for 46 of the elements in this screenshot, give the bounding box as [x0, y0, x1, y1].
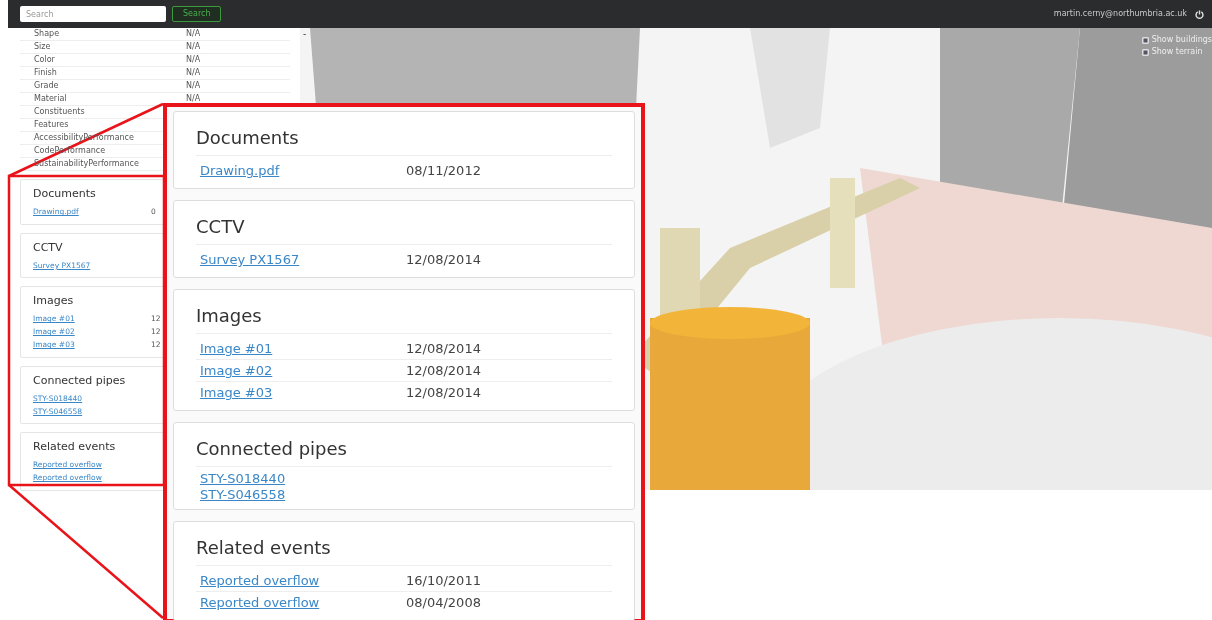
panel-title: Related events [196, 534, 612, 566]
item-link[interactable]: Drawing.pdf [196, 161, 406, 181]
property-label: Size [34, 41, 52, 53]
layer-label: Show buildings [1151, 34, 1212, 46]
item-date: 12/08/2014 [406, 339, 481, 358]
item-link[interactable]: Image #01 [196, 338, 406, 359]
property-value: N/A [186, 41, 201, 53]
panel-title: Documents [33, 186, 96, 202]
item-date: 12/08/2014 [406, 361, 481, 380]
panel-title: Images [33, 293, 74, 309]
power-icon[interactable] [1195, 9, 1204, 19]
item-link[interactable]: Image #03 [196, 383, 406, 403]
property-value: N/A [186, 28, 201, 40]
checkbox[interactable] [1141, 48, 1149, 56]
property-label: Constituents [34, 106, 86, 118]
property-label: Material [34, 93, 68, 105]
panel-title: CCTV [33, 239, 63, 256]
item-link[interactable]: Reported overflow [196, 570, 406, 591]
property-value: N/A [186, 93, 201, 105]
item-date: 12/08/2014 [406, 251, 481, 270]
item-date: 08/11/2012 [406, 162, 481, 181]
panel-title: Images [196, 302, 612, 334]
item-link[interactable]: Survey PX1567 [196, 250, 406, 270]
property-value: N/A [186, 67, 201, 79]
property-value: N/A [186, 80, 201, 92]
item-date: 16/10/2011 [406, 571, 481, 590]
item-link[interactable]: Reported overflow [196, 593, 406, 613]
panel-title: Related events [33, 439, 116, 455]
item-link[interactable]: Image #02 [196, 360, 406, 381]
property-label: Grade [34, 80, 60, 92]
item-date: 12/08/2014 [406, 384, 481, 403]
checkbox[interactable] [1141, 36, 1149, 44]
user-email[interactable]: martin.cerny@northumbria.ac.uk [1053, 8, 1187, 20]
property-label: Color [34, 54, 56, 66]
search-button[interactable]: Search [172, 6, 222, 22]
panel-title: CCTV [196, 213, 612, 245]
property-label: Features [34, 119, 70, 131]
property-label: Shape [34, 28, 61, 40]
panel-title: Connected pipes [196, 435, 612, 467]
panel-title: Connected pipes [33, 372, 126, 389]
property-label: Finish [34, 67, 58, 79]
panel-title: Documents [196, 124, 612, 156]
layer-label: Show terrain [1151, 46, 1203, 58]
item-date: 08/04/2008 [406, 594, 481, 613]
property-value: N/A [186, 54, 201, 66]
search-field[interactable]: Search [20, 6, 166, 22]
